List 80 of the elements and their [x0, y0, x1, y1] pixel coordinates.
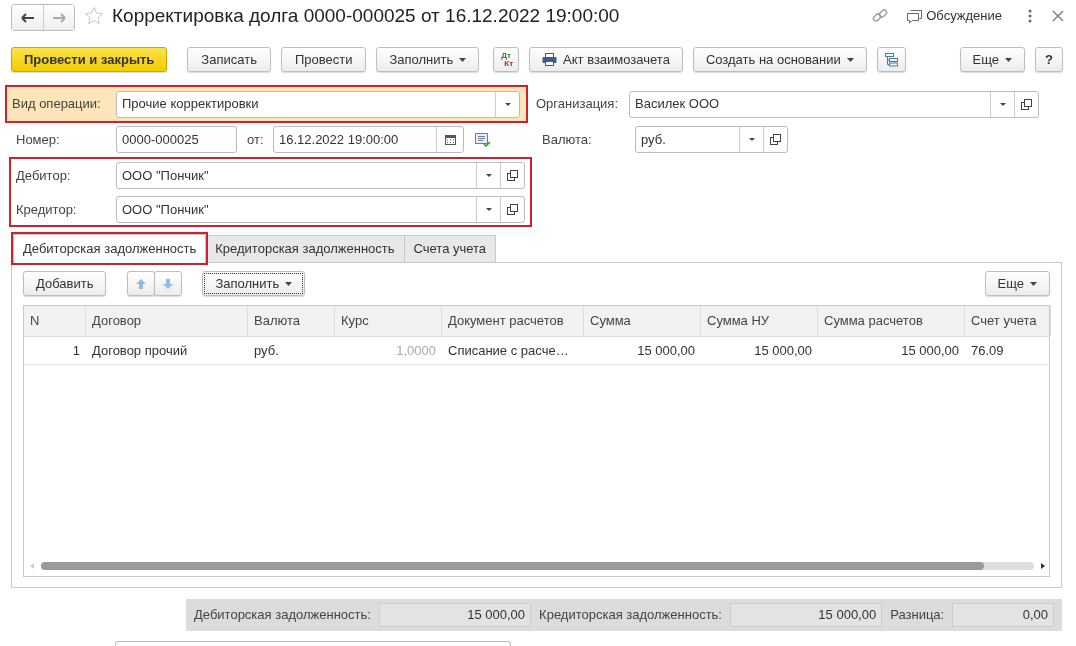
table-cell-text: Договор прочий	[91, 341, 189, 360]
dropdown-button[interactable]: Создать на основании	[692, 47, 867, 72]
link-icon[interactable]	[872, 8, 888, 24]
column-header[interactable]: Документ расчетов	[442, 306, 584, 336]
column-header[interactable]: Сумма	[584, 306, 701, 336]
column-header[interactable]: Счет учета	[965, 306, 1051, 336]
star-icon[interactable]	[84, 6, 104, 26]
column-header[interactable]: Сумма НУ	[701, 306, 818, 336]
table-cell-text: 1,0000	[395, 341, 437, 360]
toolbar-button[interactable]: ?	[1035, 47, 1063, 72]
toolbar-button[interactable]: Записать	[187, 47, 271, 72]
column-header[interactable]: Валюта	[248, 306, 335, 336]
back-button[interactable]	[12, 5, 43, 30]
close-icon[interactable]	[1052, 10, 1064, 22]
total-label: Кредиторская задолженность:	[539, 606, 722, 625]
printer-icon	[542, 53, 558, 66]
total-label: Дебиторская задолженность:	[194, 606, 371, 625]
table-cell-text: 15 000,00	[636, 341, 696, 360]
move-up-button[interactable]	[127, 271, 156, 296]
toolbar-button[interactable]: Провести	[280, 47, 367, 72]
table-cell-text: Списание с расче…	[447, 341, 570, 360]
post-and-close-button[interactable]: Провести и закрыть	[11, 47, 168, 72]
discussion-button[interactable]: Обсуждение	[906, 6, 1002, 26]
input-field[interactable]: руб.	[641, 129, 666, 150]
input-field[interactable]: ООО "Пончик"	[122, 165, 209, 186]
caret-icon	[459, 57, 467, 62]
table-cell-text: 76.09	[970, 341, 1005, 360]
more-dropdown-button[interactable]: Еще	[984, 271, 1050, 296]
fill-dropdown-button[interactable]: Заполнить	[202, 271, 306, 296]
left-arrow-icon	[20, 12, 35, 23]
field-label: Организация:	[536, 95, 620, 114]
move-down-button[interactable]	[154, 271, 183, 296]
total-field: 15 000,00	[378, 603, 532, 627]
total-field: 0,00	[952, 603, 1054, 627]
column-header[interactable]: Сумма расчетов	[818, 306, 965, 336]
field-label: Валюта:	[542, 130, 593, 149]
right-arrow-icon	[52, 12, 66, 23]
caret-icon	[846, 57, 854, 62]
total-field: 15 000,00	[730, 603, 883, 627]
caret-icon	[1005, 57, 1013, 62]
input-field[interactable]: ООО "Пончик"	[122, 199, 209, 220]
field-label: Вид операции:	[12, 95, 102, 114]
open-window-icon	[506, 169, 519, 182]
caret-icon	[1030, 281, 1037, 286]
down-arrow-icon	[162, 277, 175, 290]
field-label: Номер:	[16, 130, 61, 149]
chat-icon	[906, 8, 923, 24]
dropdown-button[interactable]: Заполнить	[376, 47, 480, 72]
column-header[interactable]: Договор	[86, 306, 248, 336]
field-label: Дебитор:	[16, 166, 72, 185]
window-title: Корректировка долга 0000-000025 от 16.12.2022 19:00:00	[112, 3, 620, 28]
print-button[interactable]: Акт взаимозачета	[529, 47, 683, 72]
more-vertical-icon[interactable]	[1028, 9, 1032, 23]
open-window-icon	[769, 133, 782, 146]
table-cell-text: 15 000,00	[900, 341, 960, 360]
up-arrow-icon	[135, 277, 148, 290]
total-label: Разница:	[890, 606, 945, 625]
caret-icon	[285, 281, 293, 286]
open-window-icon	[506, 203, 519, 216]
table-cell-text: руб.	[253, 341, 280, 360]
note-check-icon[interactable]	[475, 132, 491, 147]
tab[interactable]: Счета учета	[403, 235, 497, 262]
debit-credit-button[interactable]: Дт Кт	[493, 47, 520, 72]
open-window-icon	[1020, 97, 1033, 111]
field-label: от:	[247, 130, 265, 149]
column-header[interactable]: N	[24, 306, 86, 336]
field-label: Кредитор:	[16, 200, 78, 219]
structure-button[interactable]	[876, 47, 906, 72]
tab[interactable]: Кредиторская задолженность	[205, 235, 405, 262]
dropdown-button[interactable]: Еще	[959, 47, 1026, 72]
scroll-right-icon[interactable]	[1040, 563, 1045, 569]
input-field[interactable]: Василек ООО	[635, 94, 720, 114]
add-button[interactable]: Добавить	[23, 271, 107, 296]
structure-icon	[883, 52, 899, 67]
table-cell-text: 15 000,00	[753, 341, 813, 360]
table-cell-text: 1	[71, 341, 81, 360]
calendar-icon	[444, 134, 456, 145]
column-header[interactable]: Курс	[335, 306, 442, 336]
tab[interactable]: Дебиторская задолженность	[13, 234, 207, 263]
scroll-left-icon[interactable]	[30, 563, 35, 569]
